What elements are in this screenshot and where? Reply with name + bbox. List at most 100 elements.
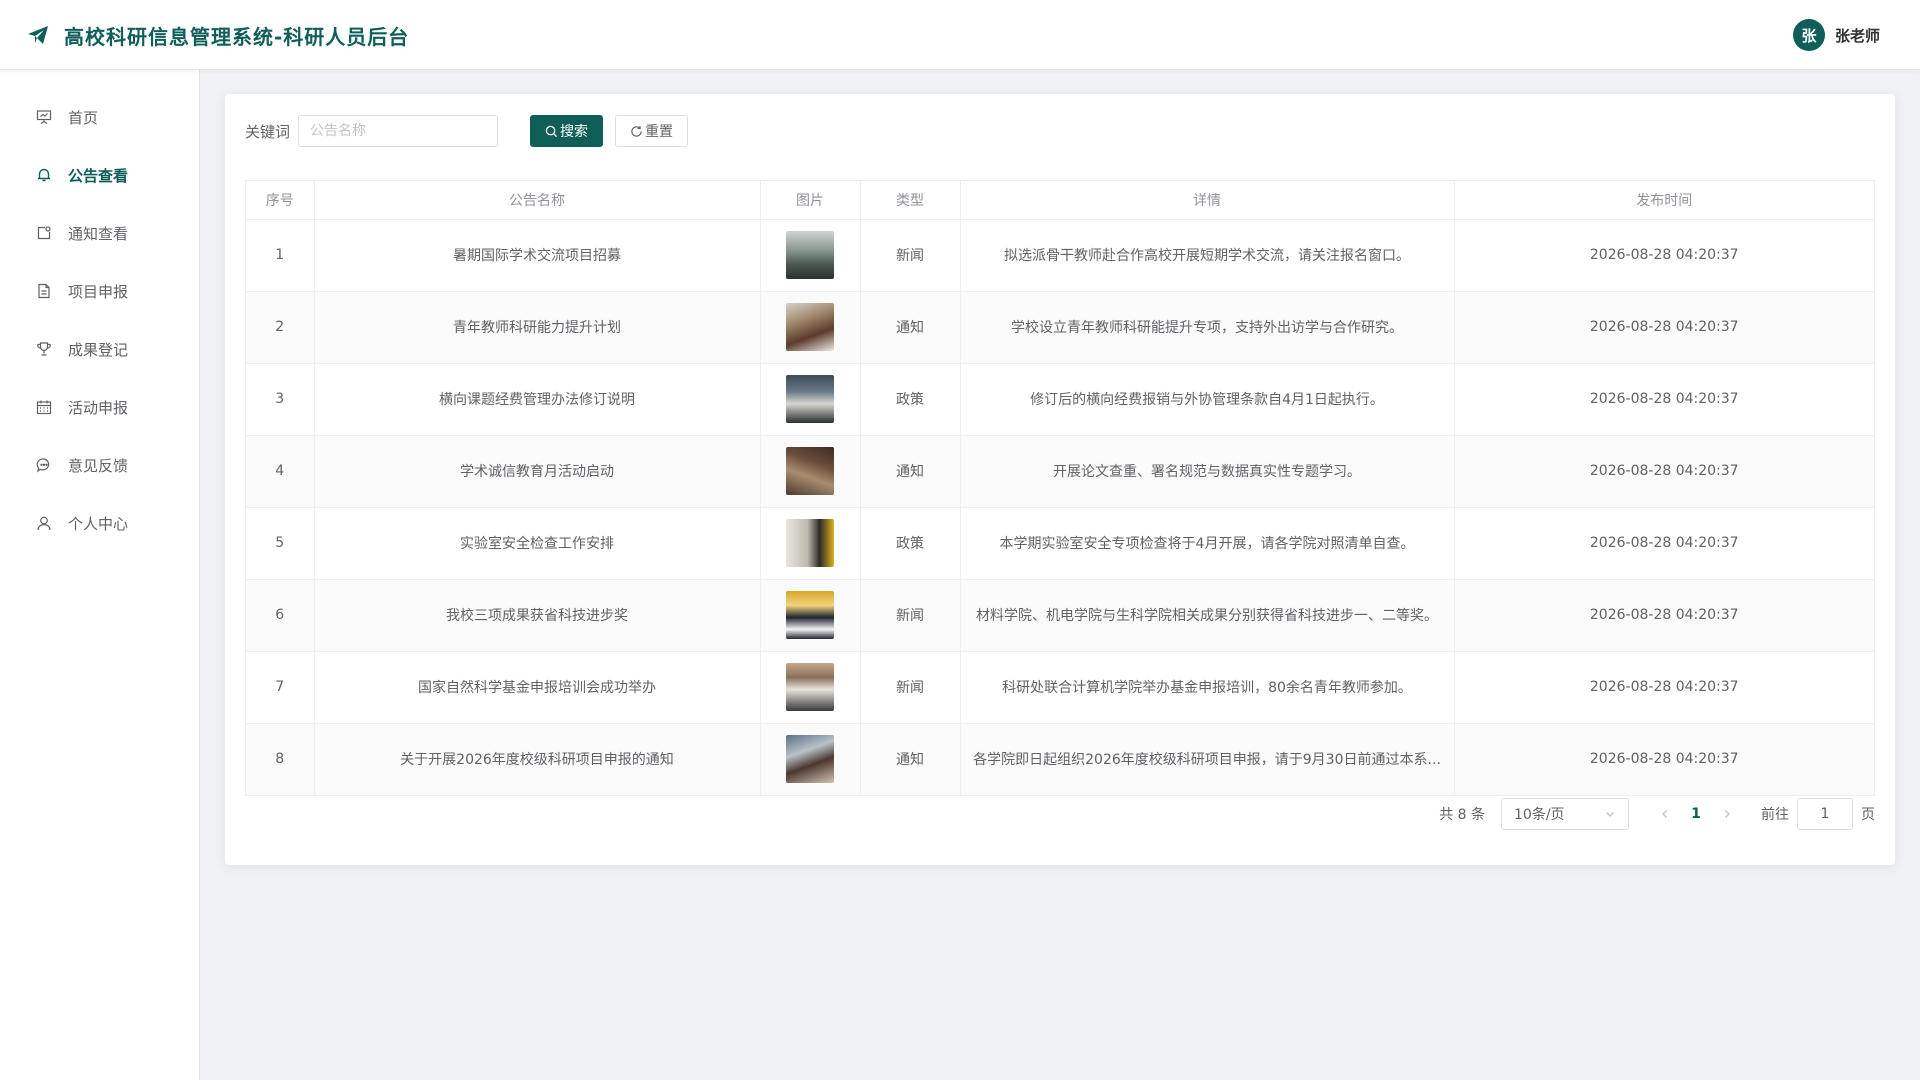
cell-time: 2026-08-28 04:20:37 [1454,219,1874,292]
cell-index: 7 [246,651,315,724]
cell-detail: 材料学院、机电学院与生科学院相关成果分别获得省科技进步一、二等奖。 [960,579,1455,652]
cell-image [760,651,861,724]
paper-plane-icon [28,26,48,44]
cell-time: 2026-08-28 04:20:37 [1454,723,1874,795]
column-header-time: 发布时间 [1454,181,1874,220]
table-row[interactable]: 5 实验室安全检查工作安排 政策 本学期实验室安全专项检查将于4月开展，请各学院… [246,507,1874,580]
sidebar-item-achievements[interactable]: 成果登记 [0,320,199,378]
cell-name: 学术诚信教育月活动启动 [314,435,761,508]
cell-index: 3 [246,363,315,436]
chat-icon [34,455,54,475]
announcement-thumbnail[interactable] [786,447,834,495]
cell-type: 政策 [860,507,961,580]
cell-time: 2026-08-28 04:20:37 [1454,363,1874,436]
table-header-row: 序号 公告名称 图片 类型 详情 发布时间 [246,181,1874,220]
search-label: 关键词 [245,122,291,141]
sidebar-item-label: 成果登记 [68,340,129,359]
cell-detail: 修订后的横向经费报销与外协管理条款自4月1日起执行。 [960,363,1455,436]
cell-image [760,363,861,436]
sidebar-item-activities[interactable]: 活动申报 [0,378,199,436]
notification-icon [34,223,54,243]
cell-image [760,579,861,652]
avatar[interactable]: 张 [1792,19,1825,51]
cell-image [760,435,861,508]
table-row[interactable]: 8 关于开展2026年度校级科研项目申报的通知 通知 各学院即日起组织2026年… [246,723,1874,795]
presentation-icon [34,107,54,127]
chevron-down-icon [1606,812,1614,817]
chevron-left-icon [1662,810,1667,818]
sidebar-item-notifications[interactable]: 通知查看 [0,204,199,262]
page-size-select[interactable]: 10条/页 [1501,798,1629,830]
announcement-thumbnail[interactable] [786,303,834,351]
main-card: 关键词 搜索 重置 序号 公告名称 图片 [225,94,1895,865]
cell-time: 2026-08-28 04:20:37 [1454,579,1874,652]
cell-time: 2026-08-28 04:20:37 [1454,651,1874,724]
table-row[interactable]: 3 横向课题经费管理办法修订说明 政策 修订后的横向经费报销与外协管理条款自4月… [246,363,1874,436]
cell-name: 暑期国际学术交流项目招募 [314,219,761,292]
search-icon [545,125,558,137]
cell-type: 新闻 [860,579,961,652]
page-suffix: 页 [1861,807,1875,823]
cell-type: 政策 [860,363,961,436]
announcements-table: 序号 公告名称 图片 类型 详情 发布时间 1 暑期国际学术交流项目招募 新闻 … [245,180,1875,796]
cell-index: 6 [246,579,315,652]
announcement-thumbnail[interactable] [786,519,834,567]
cell-type: 新闻 [860,651,961,724]
table-row[interactable]: 7 国家自然科学基金申报培训会成功举办 新闻 科研处联合计算机学院举办基金申报培… [246,651,1874,724]
document-icon [34,281,54,301]
column-header-name: 公告名称 [314,181,761,220]
table-row[interactable]: 2 青年教师科研能力提升计划 通知 学校设立青年教师科研能提升专项，支持外出访学… [246,291,1874,364]
announcement-thumbnail[interactable] [786,663,834,711]
sidebar-item-profile[interactable]: 个人中心 [0,494,199,552]
cell-index: 2 [246,291,315,364]
search-input[interactable] [298,115,499,147]
cell-image [760,291,861,364]
bell-icon [34,165,54,185]
sidebar-item-label: 意见反馈 [68,456,129,475]
cell-type: 通知 [860,435,961,508]
cell-index: 1 [246,219,315,292]
cell-name: 横向课题经费管理办法修订说明 [314,363,761,436]
announcement-thumbnail[interactable] [786,735,834,784]
cell-image [760,219,861,292]
cell-name: 青年教师科研能力提升计划 [314,291,761,364]
cell-time: 2026-08-28 04:20:37 [1454,435,1874,508]
cell-index: 5 [246,507,315,580]
goto-label: 前往 [1761,807,1789,823]
search-button[interactable]: 搜索 [530,115,604,147]
goto-page-input[interactable] [1797,798,1853,830]
sidebar-item-projects[interactable]: 项目申报 [0,262,199,320]
chevron-right-icon [1725,810,1730,818]
cell-detail: 各学院即日起组织2026年度校级科研项目申报，请于9月30日前通过本系... [960,723,1455,795]
cell-detail: 科研处联合计算机学院举办基金申报培训，80余名青年教师参加。 [960,651,1455,724]
announcement-thumbnail[interactable] [786,231,834,279]
reset-button-label: 重置 [645,124,674,140]
announcement-thumbnail[interactable] [786,375,834,423]
column-header-index: 序号 [246,181,315,220]
page-size-value: 10条/页 [1514,807,1565,823]
sidebar-item-label: 首页 [68,108,99,127]
sidebar-item-label: 个人中心 [68,514,129,533]
page-number[interactable]: 1 [1681,798,1711,830]
user-name[interactable]: 张老师 [1835,25,1880,46]
sidebar-item-label: 活动申报 [68,398,129,417]
table-row[interactable]: 6 我校三项成果获省科技进步奖 新闻 材料学院、机电学院与生科学院相关成果分别获… [246,579,1874,652]
sidebar-item-announcements[interactable]: 公告查看 [0,146,199,204]
cell-name: 关于开展2026年度校级科研项目申报的通知 [314,723,761,795]
table-row[interactable]: 4 学术诚信教育月活动启动 通知 开展论文查重、署名规范与数据真实性专题学习。 … [246,435,1874,508]
sidebar-item-label: 通知查看 [68,224,129,243]
trophy-icon [34,339,54,359]
sidebar-item-home[interactable]: 首页 [0,88,199,146]
reset-button[interactable]: 重置 [615,115,689,147]
sidebar-item-feedback[interactable]: 意见反馈 [0,436,199,494]
user-menu[interactable]: 张 张老师 [1792,0,1880,70]
prev-page-button[interactable] [1649,798,1681,830]
brand: 高校科研信息管理系统-科研人员后台 [26,0,409,70]
next-page-button[interactable] [1711,798,1743,830]
cell-name: 国家自然科学基金申报培训会成功举办 [314,651,761,724]
table-row[interactable]: 1 暑期国际学术交流项目招募 新闻 拟选派骨干教师赴合作高校开展短期学术交流，请… [246,219,1874,292]
cell-type: 通知 [860,291,961,364]
announcement-thumbnail[interactable] [786,591,834,639]
top-bar: 高校科研信息管理系统-科研人员后台 张 张老师 [0,0,1920,70]
cell-name: 我校三项成果获省科技进步奖 [314,579,761,652]
